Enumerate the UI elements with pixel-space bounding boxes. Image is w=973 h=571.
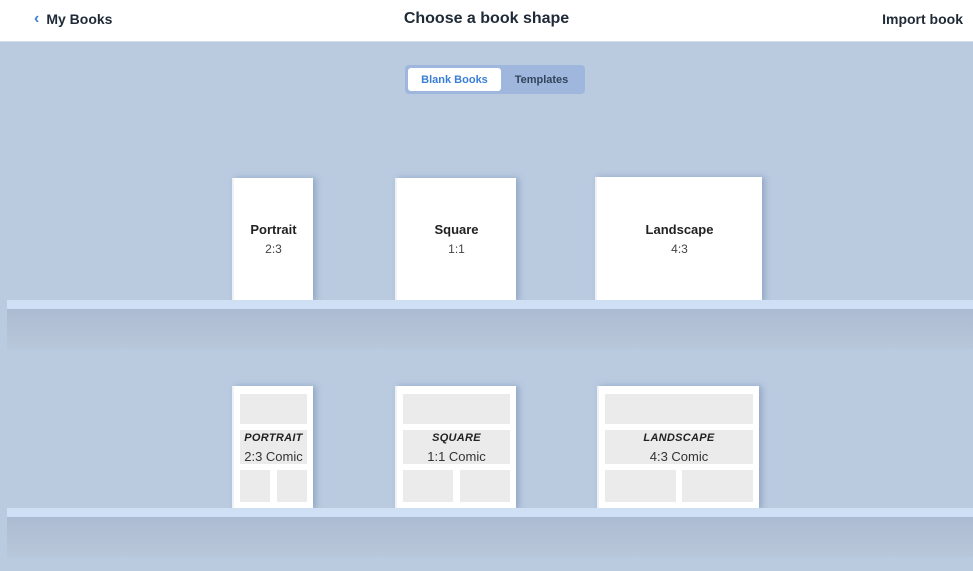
comic-panel xyxy=(605,394,753,424)
comic-panel xyxy=(403,394,510,424)
book-landscape[interactable]: Landscape 4:3 xyxy=(595,177,762,302)
book-ratio: 4:3 xyxy=(671,242,688,256)
comic-book-name: PORTRAIT xyxy=(244,432,303,444)
comic-panel xyxy=(682,470,753,502)
comic-book-name: LANDSCAPE xyxy=(643,432,715,444)
book-ratio: 2:3 xyxy=(265,242,282,256)
book-square[interactable]: Square 1:1 xyxy=(395,178,516,302)
import-book-button[interactable]: Import book xyxy=(882,11,963,27)
shelf-bottom-front xyxy=(7,517,973,557)
comic-book-ratio: 4:3 Comic xyxy=(649,449,709,464)
book-ratio: 1:1 xyxy=(448,242,465,256)
comic-panel xyxy=(460,470,510,502)
book-landscape-comic[interactable]: LANDSCAPE 4:3 Comic xyxy=(597,386,759,510)
tab-templates[interactable]: Templates xyxy=(501,68,582,91)
book-name: Landscape xyxy=(645,222,714,237)
top-bar: ‹ My Books Choose a book shape Import bo… xyxy=(0,0,973,42)
shelf-top-front xyxy=(7,309,973,349)
book-name: Portrait xyxy=(250,222,297,237)
book-name: Square xyxy=(434,222,479,237)
comic-panel xyxy=(605,470,676,502)
comic-book-ratio: 2:3 Comic xyxy=(244,449,303,464)
comic-panel xyxy=(403,470,453,502)
comic-panel xyxy=(240,470,270,502)
shelf-bottom-surface xyxy=(7,508,973,517)
tab-blank-books[interactable]: Blank Books xyxy=(408,68,501,91)
page-title: Choose a book shape xyxy=(403,10,570,27)
book-portrait-comic[interactable]: PORTRAIT 2:3 Comic xyxy=(232,386,313,510)
shelf-top-surface xyxy=(7,300,973,309)
comic-panel xyxy=(277,470,307,502)
comic-book-ratio: 1:1 Comic xyxy=(427,449,486,464)
book-type-segmented-control: Blank Books Templates xyxy=(405,65,585,94)
comic-book-name: SQUARE xyxy=(432,432,481,444)
book-square-comic[interactable]: SQUARE 1:1 Comic xyxy=(395,386,516,510)
comic-panel xyxy=(240,394,307,424)
book-portrait[interactable]: Portrait 2:3 xyxy=(232,178,313,302)
